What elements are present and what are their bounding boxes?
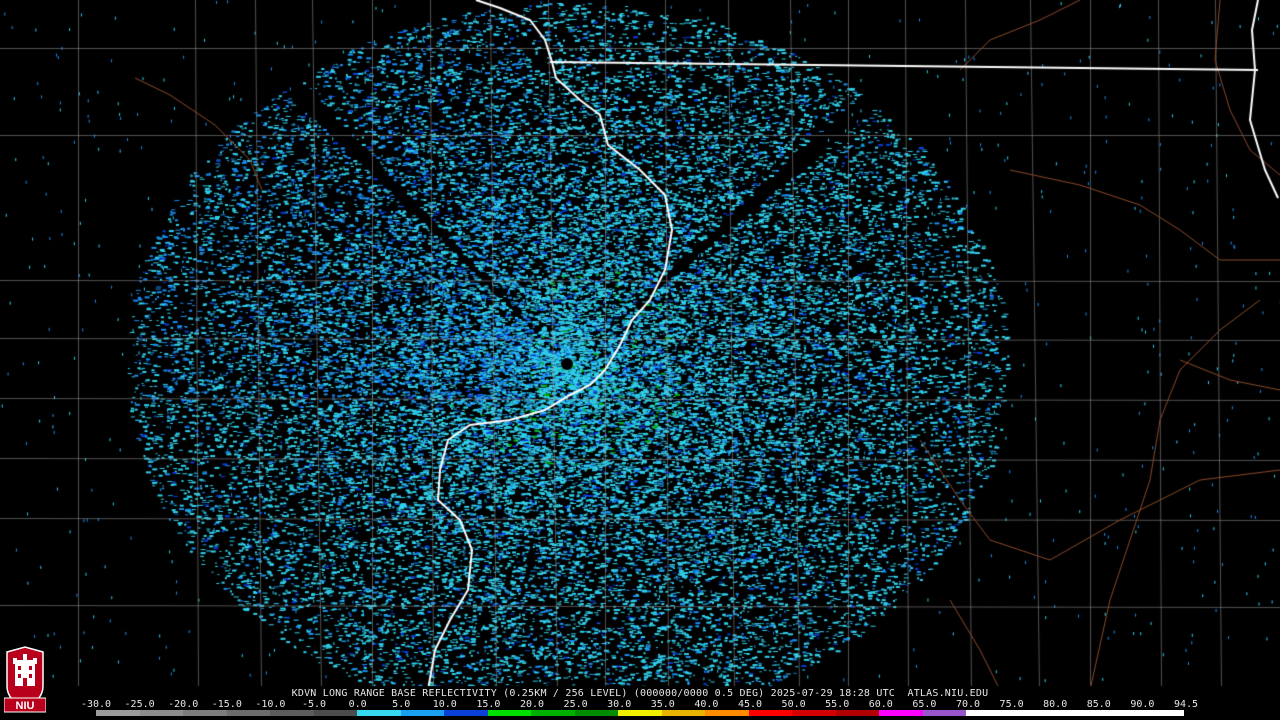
color-scale-label: 10.0: [432, 699, 457, 710]
color-scale-label: 40.0: [694, 699, 719, 710]
color-scale-label: -30.0: [80, 699, 112, 710]
niu-logo: NIU: [4, 646, 46, 713]
color-scale-bar: [96, 710, 1184, 716]
color-scale-label: 70.0: [955, 699, 981, 710]
color-scale-label: 90.0: [1130, 699, 1155, 710]
color-scale-swatch: [922, 710, 967, 716]
color-scale-label: 20.0: [519, 699, 545, 710]
radar-reflectivity-map: [0, 0, 1280, 720]
color-scale-label: 94.5: [1173, 699, 1199, 710]
color-scale-swatch: [661, 710, 706, 716]
color-scale-swatch: [357, 710, 401, 716]
color-scale-swatch: [444, 710, 488, 716]
logo-text: NIU: [16, 700, 35, 712]
color-scale-label: 65.0: [912, 699, 937, 710]
color-scale-swatch: [1009, 710, 1054, 716]
color-scale-label: 30.0: [607, 699, 632, 710]
color-scale-swatch: [705, 710, 749, 716]
color-scale-label: 25.0: [563, 699, 588, 710]
color-scale-swatch: [139, 710, 184, 716]
color-scale-label: 50.0: [781, 699, 806, 710]
color-scale-swatch: [487, 710, 532, 716]
color-scale-swatch: [966, 710, 1010, 716]
color-scale-swatch: [531, 710, 575, 716]
color-scale-label: 15.0: [476, 699, 501, 710]
color-scale-swatch: [183, 710, 227, 716]
color-scale-label: -20.0: [168, 699, 199, 710]
color-scale-label: 5.0: [392, 699, 411, 710]
color-scale-swatch: [313, 710, 358, 716]
color-scale-swatch: [1053, 710, 1097, 716]
color-scale-labels: -30.0 -25.0 -20.0 -15.0 -10.0 -5.0 0.0 5.0 10.0 1…: [81, 699, 1198, 710]
color-scale-swatch: [270, 710, 314, 716]
color-scale-swatch: [618, 710, 662, 716]
color-scale-label: -5.0: [301, 699, 327, 710]
color-scale-swatch: [400, 710, 445, 716]
color-scale-swatch: [792, 710, 836, 716]
color-scale-label: 60.0: [868, 699, 893, 710]
color-scale-label: 85.0: [1086, 699, 1111, 710]
color-scale-label: -25.0: [124, 699, 155, 710]
color-scale-label: -15.0: [211, 699, 242, 710]
color-scale-swatch: [574, 710, 619, 716]
color-scale-label: 80.0: [1043, 699, 1068, 710]
color-scale-label: 35.0: [650, 699, 675, 710]
product-caption: KDVN LONG RANGE BASE REFLECTIVITY (0.25K…: [291, 688, 989, 699]
color-scale-label: 0.0: [348, 699, 367, 710]
color-scale-swatch: [879, 710, 923, 716]
color-scale-swatch: [226, 710, 271, 716]
color-scale-swatch: [96, 710, 140, 716]
color-scale-swatch: [1096, 710, 1141, 716]
color-scale-label: -10.0: [255, 699, 286, 710]
color-scale-swatch: [748, 710, 793, 716]
color-scale-label: 45.0: [737, 699, 763, 710]
color-scale-swatch: [1140, 710, 1184, 716]
color-scale-label: 75.0: [999, 699, 1024, 710]
color-scale-swatch: [835, 710, 880, 716]
color-scale-label: 55.0: [825, 699, 850, 710]
